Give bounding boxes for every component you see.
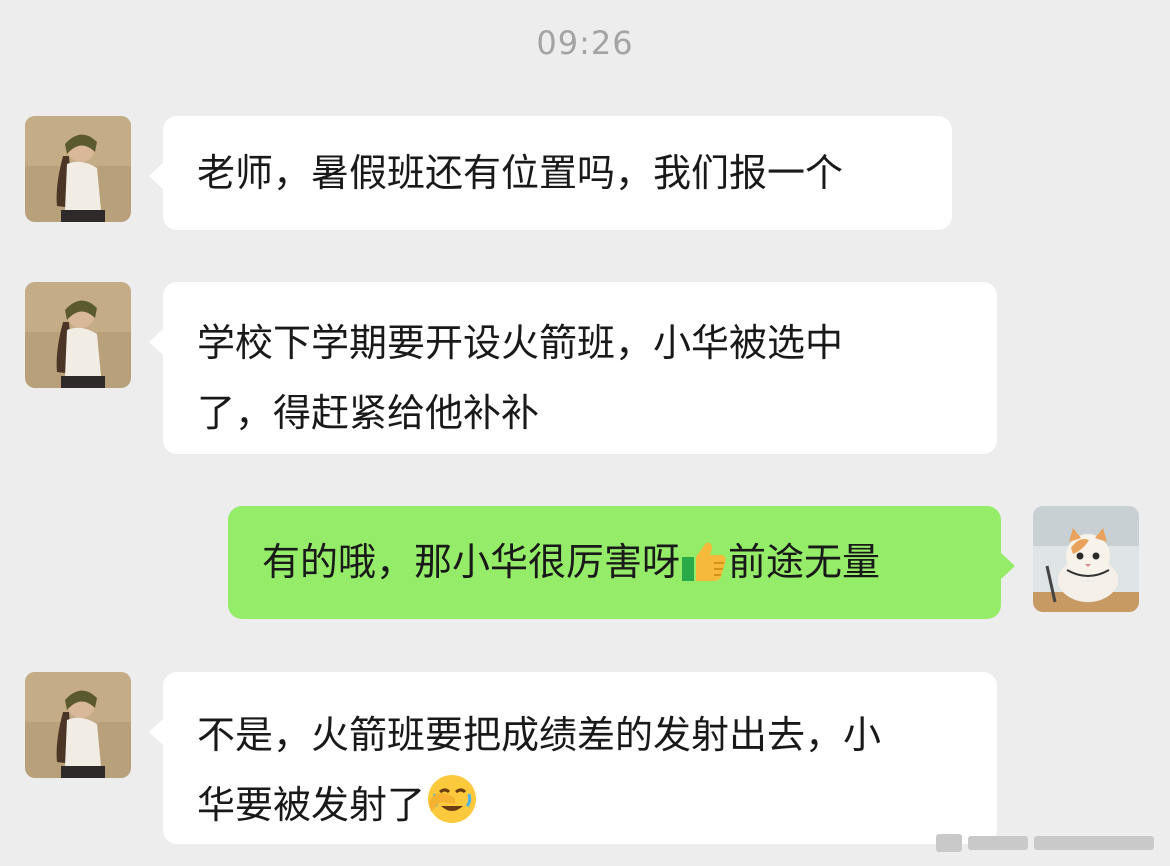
message-bubble-incoming[interactable]: 学校下学期要开设火箭班，小华被选中 了，得赶紧给他补补 <box>149 282 997 454</box>
message-text-line: 学校下学期要开设火箭班，小华被选中 <box>197 321 844 365</box>
contact-avatar[interactable] <box>25 282 131 388</box>
watermark <box>936 830 1156 856</box>
message-text: 前途无量 <box>728 540 881 584</box>
message-bubble-incoming[interactable]: 老师，暑假班还有位置吗，我们报一个 <box>149 116 952 230</box>
message-text: 有的哦，那小华很厉害呀 <box>262 540 681 584</box>
message-text-line: 了，得赶紧给他补补 <box>197 391 540 435</box>
contact-avatar[interactable] <box>25 672 131 778</box>
self-avatar[interactable] <box>1033 506 1139 612</box>
message-text: 老师，暑假班还有位置吗，我们报一个 <box>197 151 844 195</box>
chat-timestamp: 09:26 <box>536 24 634 62</box>
message-text-line: 不是，火箭班要把成绩差的发射出去，小 <box>197 713 882 757</box>
message-bubble-outgoing[interactable]: 有的哦，那小华很厉害呀 前途无量 <box>228 506 1015 619</box>
face-palm-icon <box>425 772 479 848</box>
message-bubble-incoming[interactable]: 不是，火箭班要把成绩差的发射出去，小 华要被发射了 <box>149 672 997 844</box>
contact-avatar[interactable] <box>25 116 131 222</box>
thumbs-up-icon <box>680 535 728 605</box>
message-text-line: 华要被发射了 <box>197 783 426 827</box>
